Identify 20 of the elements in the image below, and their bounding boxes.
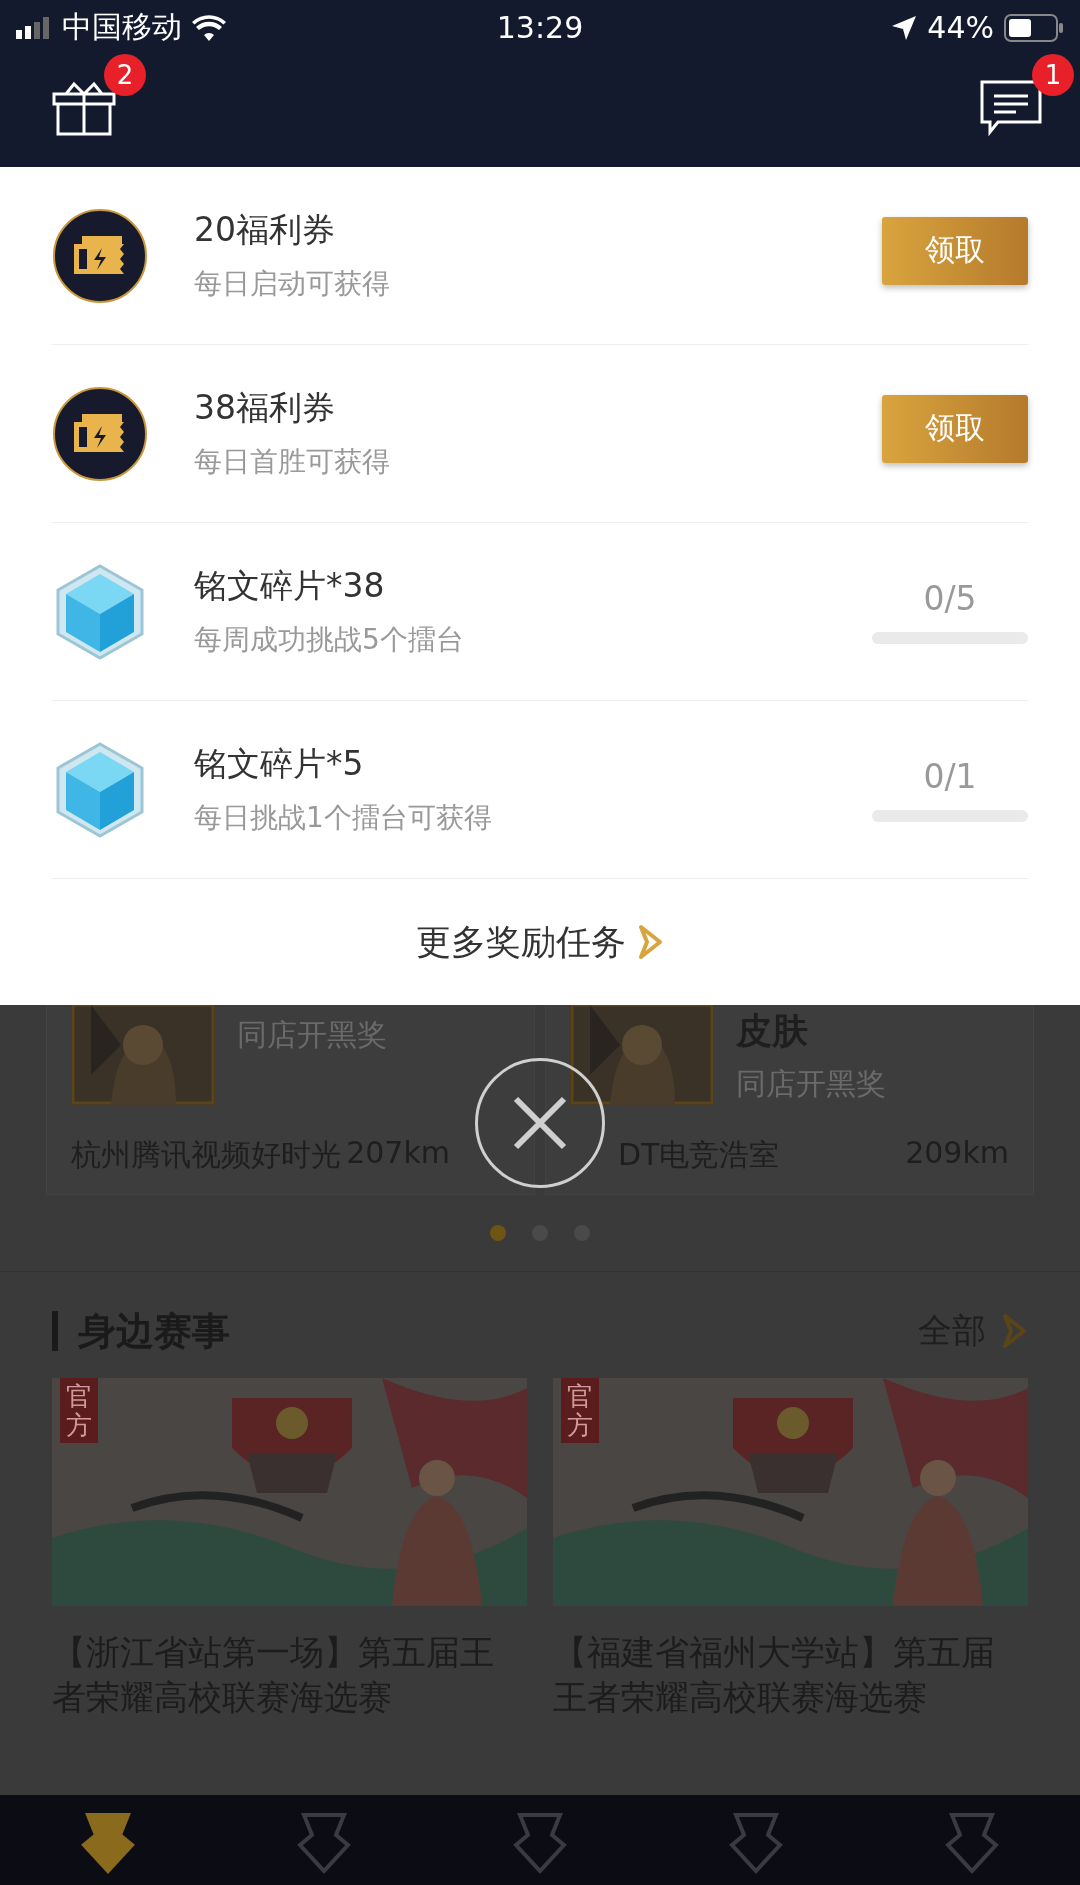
battery-percent: 44% [927, 10, 994, 45]
claim-button[interactable]: 领取 [882, 394, 1028, 463]
progress-reading: 0/5 [923, 579, 977, 618]
reward-title: 20福利券 [194, 209, 336, 251]
progress-reading: 0/1 [923, 757, 977, 796]
status-time: 13:29 [496, 10, 584, 45]
official-tag: 官方 [561, 1378, 599, 1444]
reward-description: 每日挑战1个擂台可获得 [194, 800, 493, 836]
official-tag: 官方 [60, 1378, 98, 1444]
claim-button[interactable]: 领取 [882, 216, 1028, 285]
notification-badge: 1 [1032, 54, 1074, 96]
reward-title: 铭文碎片*5 [194, 743, 365, 785]
more-tasks-link[interactable]: 更多奖励任务 [416, 918, 664, 966]
notification-badge: 2 [104, 54, 146, 96]
reward-description: 每日首胜可获得 [194, 444, 391, 480]
reward-description: 每日启动可获得 [194, 266, 391, 302]
reward-title: 铭文碎片*38 [194, 565, 386, 607]
reward-title: 38福利券 [194, 387, 336, 429]
carrier-name: 中国移动 [62, 8, 182, 46]
reward-description: 每周成功挑战5个擂台 [194, 622, 465, 658]
